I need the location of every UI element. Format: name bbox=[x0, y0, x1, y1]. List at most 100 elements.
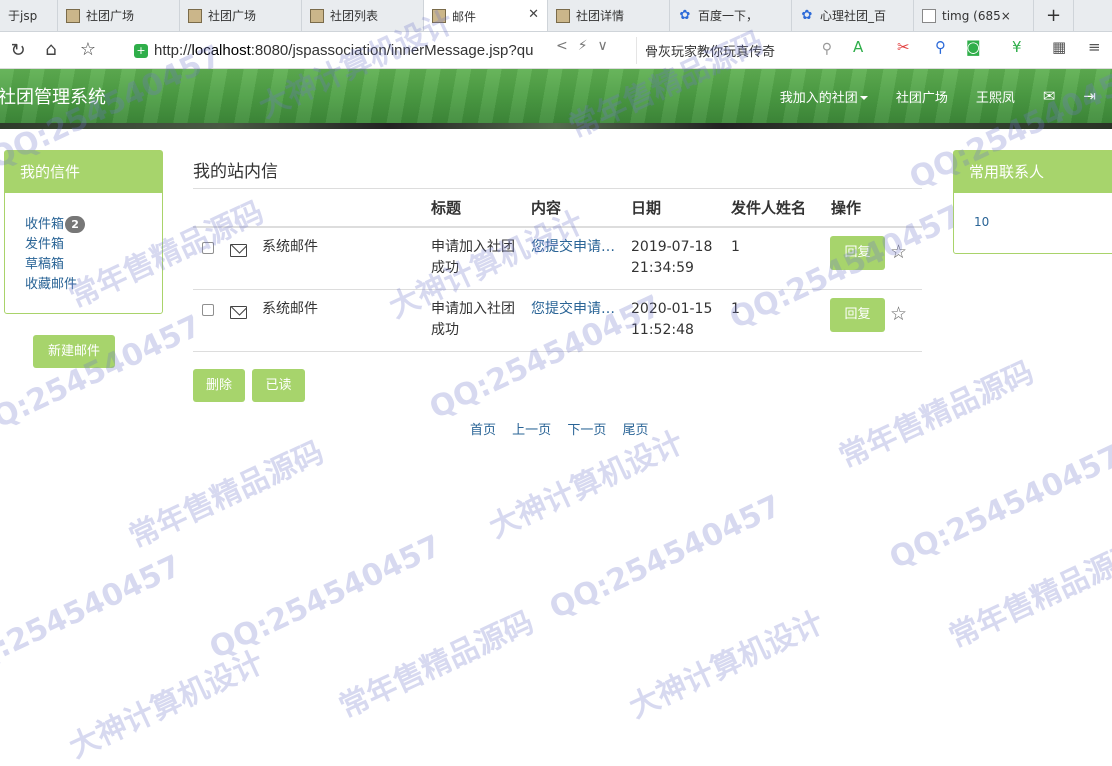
watermark-text: 常年售精品源码 bbox=[943, 534, 1112, 656]
mailbox-panel-title: 我的信件 bbox=[5, 151, 162, 193]
column-header-sender-name: 发件人姓名 bbox=[731, 199, 807, 217]
browser-tab-label: 社团广场 bbox=[86, 9, 135, 23]
bookmark-star-icon[interactable]: ☆ bbox=[70, 39, 106, 60]
site-header: 社团管理系统 我加入的社团 社团广场 王熙凤 ✉ ⇥ bbox=[0, 69, 1112, 123]
watermark-text: QQ:254540457 bbox=[884, 438, 1112, 577]
paw-icon: ✿ bbox=[801, 7, 813, 23]
watermark-text: 大神计算机设计 bbox=[623, 604, 830, 726]
message-sender-name: 1 bbox=[731, 301, 740, 317]
column-header-content: 内容 bbox=[531, 199, 562, 217]
reply-button[interactable]: 回复 bbox=[830, 298, 885, 332]
nav-user-name[interactable]: 王熙凤 bbox=[976, 87, 1015, 106]
nav-my-clubs[interactable]: 我加入的社团 bbox=[780, 87, 868, 106]
watermark-text: 大神计算机设计 bbox=[63, 644, 270, 766]
site-nav: 我加入的社团 社团广场 王熙凤 ✉ ⇥ bbox=[766, 69, 1112, 123]
star-icon[interactable]: ☆ bbox=[890, 304, 907, 324]
browser-tab[interactable]: 邮件 ✕ bbox=[424, 0, 548, 31]
url-text: http://localhost:8080/jspassociation/inn… bbox=[154, 42, 534, 59]
mail-icon[interactable]: ✉ bbox=[1043, 87, 1056, 105]
home-icon[interactable]: ⌂ bbox=[33, 39, 69, 60]
secure-shield-icon: + bbox=[134, 43, 148, 58]
contact-item[interactable]: 10 bbox=[954, 193, 1112, 229]
paw-icon: ✿ bbox=[679, 7, 691, 23]
browser-tab-label: 社团详情 bbox=[576, 9, 625, 23]
site-brand[interactable]: 社团管理系统 bbox=[0, 83, 106, 109]
close-tab-icon[interactable]: ✕ bbox=[528, 7, 539, 22]
message-table: 标题 内容 日期 发件人姓名 操作 系统邮件申请加入社团成功您提交申请加入社团已… bbox=[193, 188, 922, 352]
favorites-link[interactable]: 收藏邮件 bbox=[25, 275, 162, 295]
message-title: 申请加入社团成功 bbox=[431, 301, 515, 338]
browser-tab[interactable]: 社团广场 bbox=[180, 0, 302, 31]
header-banner-image bbox=[0, 123, 1112, 129]
pager-last[interactable]: 尾页 bbox=[622, 423, 648, 438]
column-header-action: 操作 bbox=[831, 199, 862, 217]
picture-icon bbox=[66, 8, 80, 23]
apps-grid-icon[interactable]: ▦ bbox=[1052, 38, 1066, 56]
translate-icon[interactable]: A bbox=[853, 38, 863, 56]
watermark-text: QQ:254540457 bbox=[204, 528, 447, 667]
new-mail-button[interactable]: 新建邮件 bbox=[33, 335, 115, 368]
share-icon[interactable]: <⚡∨ bbox=[556, 38, 618, 54]
column-header-date: 日期 bbox=[631, 199, 662, 217]
new-tab-button[interactable]: + bbox=[1034, 0, 1074, 31]
star-icon[interactable]: ☆ bbox=[890, 242, 907, 262]
watermark-text: 常年售精品源码 bbox=[333, 604, 540, 726]
contacts-panel: 常用联系人 10 bbox=[953, 150, 1112, 254]
browser-tab[interactable]: ✿ 百度一下， bbox=[670, 0, 792, 31]
table-row: 系统邮件 申请加入社团成功您提交申请加入社团已通过 2019-07-18 21:34… bbox=[193, 228, 922, 290]
message-content-link[interactable]: 您提交申请加入社团已通过 bbox=[531, 237, 617, 258]
mailbox-links: 收件箱 2 发件箱 草稿箱 收藏邮件 bbox=[5, 193, 162, 295]
menu-icon[interactable]: ≡ bbox=[1088, 38, 1101, 56]
browser-tab-label: 百度一下， bbox=[698, 9, 759, 23]
message-sender-name: 1 bbox=[731, 239, 740, 255]
drafts-link[interactable]: 草稿箱 bbox=[25, 255, 162, 275]
plus-icon: + bbox=[1045, 5, 1062, 26]
browser-tab[interactable]: 于jsp bbox=[0, 0, 58, 31]
sent-link[interactable]: 发件箱 bbox=[25, 235, 162, 255]
search-icon[interactable]: ⚲ bbox=[822, 41, 832, 57]
gamepad-icon[interactable]: ◙ bbox=[966, 38, 981, 56]
browser-tab-label: 邮件 bbox=[452, 9, 477, 24]
pager-prev[interactable]: 上一页 bbox=[512, 423, 551, 438]
nav-club-square[interactable]: 社团广场 bbox=[896, 87, 948, 106]
pagination: 首页 上一页 下一页 尾页 bbox=[470, 419, 660, 438]
pager-next[interactable]: 下一页 bbox=[567, 423, 606, 438]
caret-down-icon bbox=[859, 96, 868, 100]
picture-icon bbox=[188, 8, 202, 23]
browser-tab[interactable]: 社团列表 bbox=[302, 0, 424, 31]
pager-first[interactable]: 首页 bbox=[470, 423, 496, 438]
browser-search-field[interactable]: 骨灰玩家教你玩真传奇 ⚲ bbox=[636, 37, 836, 64]
picture-icon bbox=[310, 8, 324, 23]
mark-read-button[interactable]: 已读 bbox=[252, 369, 305, 402]
browser-tab[interactable]: 社团详情 bbox=[548, 0, 670, 31]
table-row: 系统邮件 申请加入社团成功您提交申请加入社团已通过 2020-01-15 11:52… bbox=[193, 290, 922, 352]
message-content-link[interactable]: 您提交申请加入社团已通过 bbox=[531, 299, 617, 320]
logout-icon[interactable]: ⇥ bbox=[1083, 87, 1096, 105]
envelope-icon bbox=[230, 244, 247, 257]
magnifier-icon[interactable]: ⚲ bbox=[935, 38, 946, 56]
picture-icon bbox=[556, 8, 570, 23]
browser-tab[interactable]: 社团广场 bbox=[58, 0, 180, 31]
watermark-text: 常年售精品源码 bbox=[123, 434, 330, 556]
mailbox-panel: 我的信件 收件箱 2 发件箱 草稿箱 收藏邮件 bbox=[4, 150, 163, 314]
column-header-title: 标题 bbox=[431, 199, 462, 217]
browser-tab[interactable]: timg (685× bbox=[914, 0, 1034, 31]
browser-tab-label: timg (685× bbox=[942, 8, 1011, 23]
browser-tab-label: 社团广场 bbox=[208, 9, 257, 23]
browser-tab[interactable]: ✿ 心理社团_百 bbox=[792, 0, 914, 31]
contacts-panel-title: 常用联系人 bbox=[954, 151, 1112, 193]
browser-address-bar: ↻ ⌂ ☆ + http://localhost:8080/jspassocia… bbox=[0, 32, 1112, 69]
row-checkbox[interactable] bbox=[202, 304, 214, 316]
scissors-icon[interactable]: ✂ bbox=[897, 38, 910, 56]
envelope-icon bbox=[230, 306, 247, 319]
reload-icon[interactable]: ↻ bbox=[0, 40, 36, 61]
reply-button[interactable]: 回复 bbox=[830, 236, 885, 270]
document-icon bbox=[922, 8, 936, 23]
inbox-link[interactable]: 收件箱 2 bbox=[25, 215, 162, 235]
browser-tab-label: 于jsp bbox=[8, 9, 38, 23]
currency-icon[interactable]: ¥ bbox=[1012, 38, 1022, 56]
url-field[interactable]: + http://localhost:8080/jspassociation/i… bbox=[134, 37, 624, 64]
delete-button[interactable]: 删除 bbox=[193, 369, 245, 402]
watermark-text: 常年售精品源码 bbox=[833, 354, 1040, 476]
row-checkbox[interactable] bbox=[202, 242, 214, 254]
